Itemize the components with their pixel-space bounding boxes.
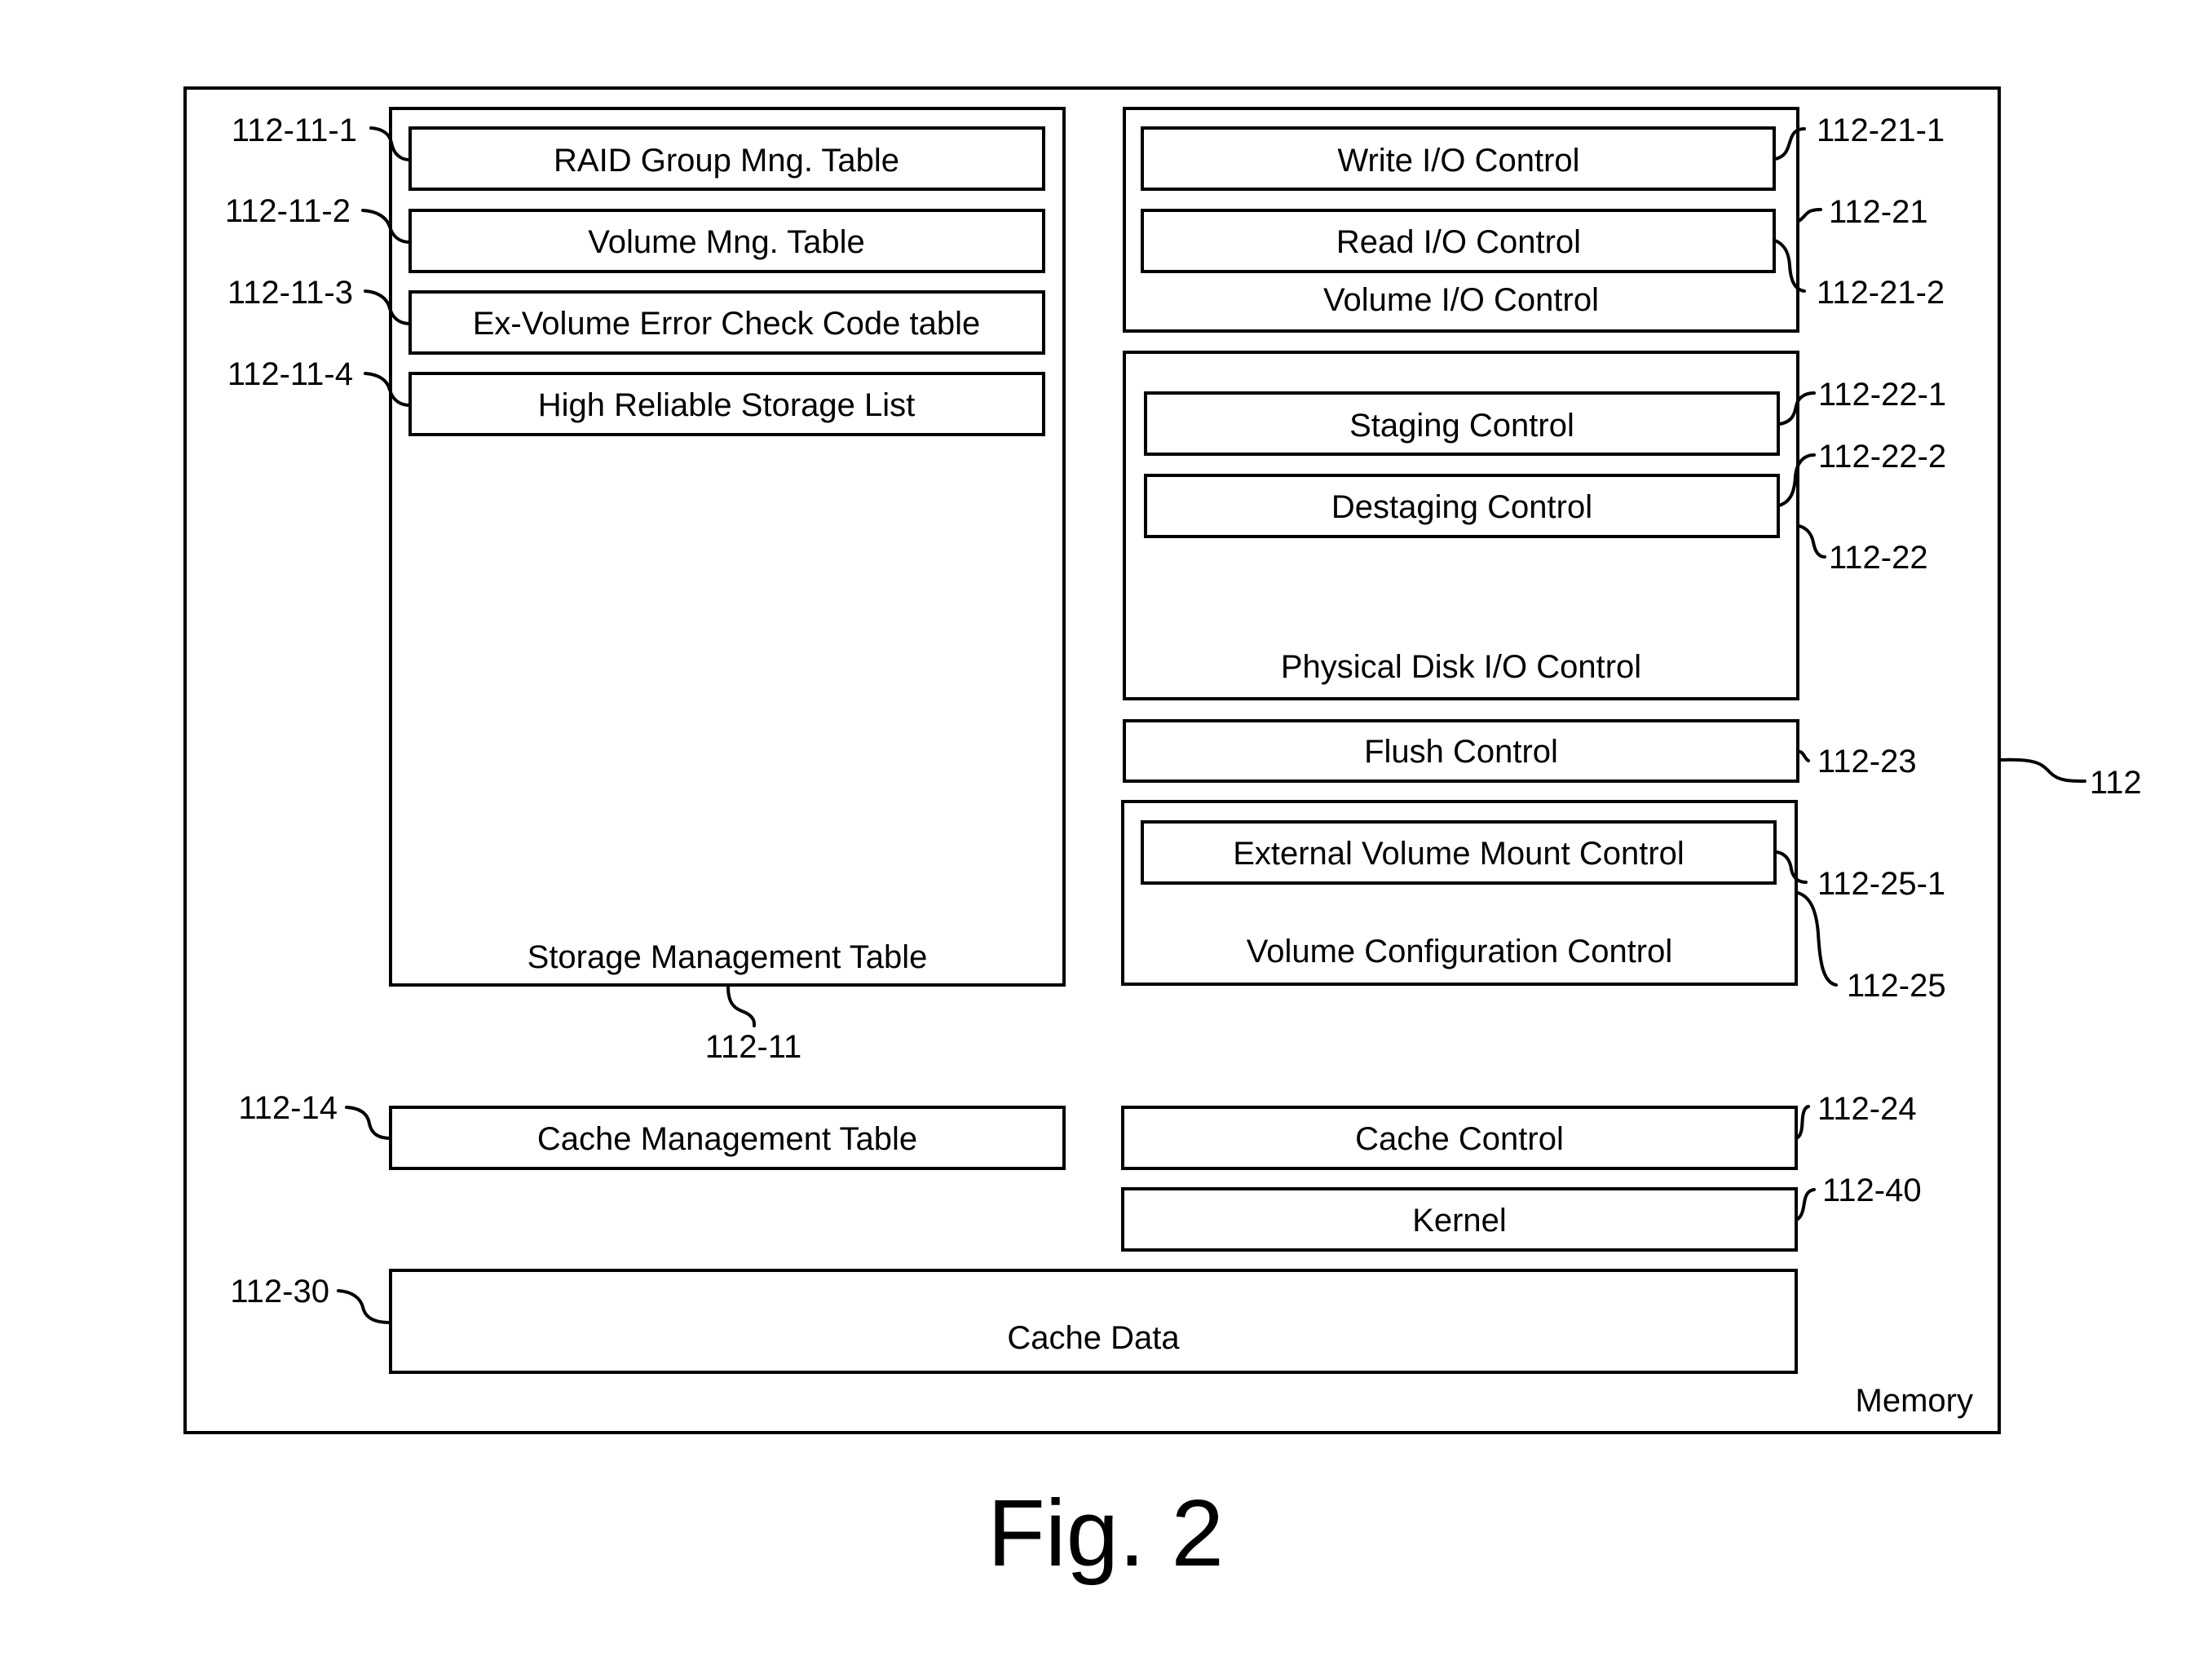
read-io-control-ref-label: 112-21-2 <box>1817 275 1945 311</box>
staging-control-ref-label: 112-22-1 <box>1818 377 1946 413</box>
staging-control-label: Staging Control <box>1349 408 1574 444</box>
memory-ref-label: 112 <box>2090 765 2142 801</box>
storage-management-table-ref-label: 112-11 <box>705 1029 802 1065</box>
kernel-label: Kernel <box>1412 1203 1507 1239</box>
physical-disk-io-control-label: Physical Disk I/O Control <box>1281 649 1641 685</box>
cache-control-ref-label: 112-24 <box>1817 1091 1917 1127</box>
figure-caption: Fig. 2 <box>987 1480 1224 1586</box>
physical-disk-io-control-ref-label: 112-22 <box>1829 540 1928 576</box>
raid-group-mng-table-ref-label: 112-11-1 <box>232 113 357 148</box>
kernel-ref-label: 112-40 <box>1822 1173 1922 1208</box>
write-io-control-ref-label: 112-21-1 <box>1817 113 1945 148</box>
external-volume-mount-control-ref-label: 112-25-1 <box>1817 866 1945 902</box>
volume-mng-table-label: Volume Mng. Table <box>588 224 864 260</box>
flush-control-ref-label: 112-23 <box>1817 744 1917 780</box>
memory-label: Memory <box>1856 1383 1973 1419</box>
ex-volume-error-check-code-table-ref-label: 112-11-3 <box>227 275 353 311</box>
volume-configuration-control-label: Volume Configuration Control <box>1247 934 1673 969</box>
cache-control-label: Cache Control <box>1355 1121 1564 1157</box>
volume-configuration-control-ref-label: 112-25 <box>1847 968 1946 1004</box>
destaging-control-ref-label: 112-22-2 <box>1818 439 1946 475</box>
memory-diagram: Memory 112 Storage Management Table 112-… <box>183 86 2142 1586</box>
memory-leader-line <box>1998 757 2086 783</box>
cache-management-table-ref-label: 112-14 <box>238 1090 338 1126</box>
read-io-control-label: Read I/O Control <box>1336 224 1581 260</box>
destaging-control-label: Destaging Control <box>1331 489 1592 525</box>
volume-mng-table-ref-label: 112-11-2 <box>225 193 351 229</box>
external-volume-mount-control-label: External Volume Mount Control <box>1233 836 1684 872</box>
storage-management-table-label: Storage Management Table <box>528 939 928 975</box>
cache-data-ref-label: 112-30 <box>230 1274 329 1309</box>
volume-io-control-label: Volume I/O Control <box>1323 282 1599 318</box>
volume-io-control-ref-label: 112-21 <box>1829 194 1928 230</box>
ex-volume-error-check-code-table-label: Ex-Volume Error Check Code table <box>473 306 981 342</box>
cache-data-block: Cache Data 112-30 <box>230 1269 1798 1374</box>
flush-control-block: Flush Control 112-23 <box>1123 719 1917 783</box>
raid-group-mng-table-label: RAID Group Mng. Table <box>554 143 899 179</box>
high-reliable-storage-list-ref-label: 112-11-4 <box>227 356 353 392</box>
flush-control-label: Flush Control <box>1364 734 1558 770</box>
cache-management-table-label: Cache Management Table <box>537 1121 917 1157</box>
cache-data-label: Cache Data <box>1007 1320 1180 1356</box>
write-io-control-label: Write I/O Control <box>1337 143 1579 179</box>
high-reliable-storage-list-label: High Reliable Storage List <box>538 387 915 423</box>
